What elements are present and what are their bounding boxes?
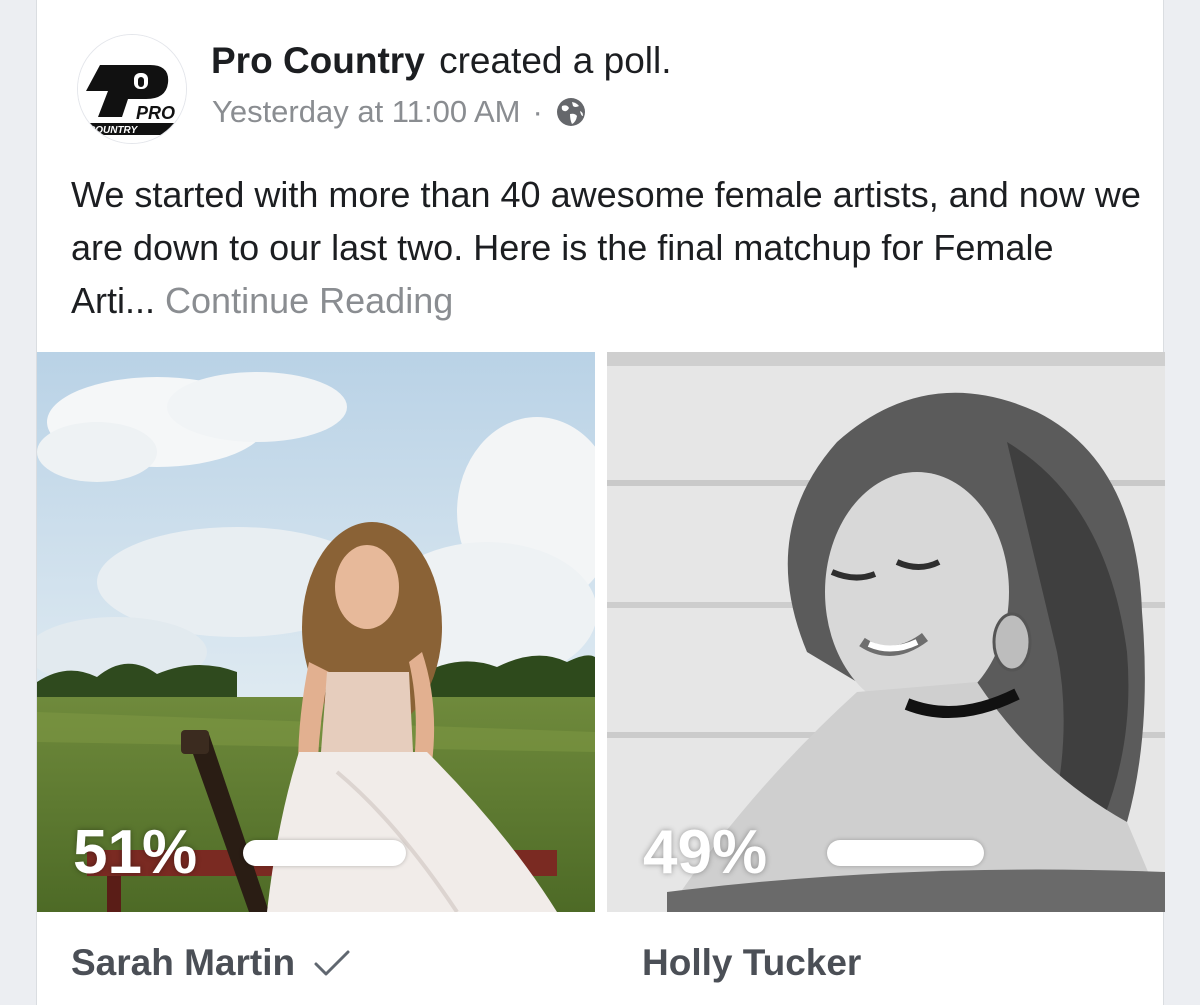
continue-reading-link[interactable]: Continue Reading: [165, 280, 453, 321]
logo-subtext: COUNTRY: [88, 125, 139, 136]
meta-separator: ·: [532, 94, 543, 129]
post-meta: Yesterday at 11:00 AM ·: [212, 94, 587, 130]
poll-option-label-sarah-martin[interactable]: Sarah Martin: [71, 942, 351, 984]
post-header-title: Pro Country created a poll.: [211, 40, 672, 82]
poll-result-bar-holly-tucker: [827, 840, 984, 866]
poll-option-holly-tucker[interactable]: 49%: [607, 352, 1165, 912]
poll-percent-holly-tucker: 49%: [643, 818, 768, 887]
poll-option-label-holly-tucker[interactable]: Holly Tucker: [642, 942, 861, 984]
checkmark-icon: [314, 950, 350, 976]
page-avatar[interactable]: PRO COUNTRY: [77, 34, 187, 144]
post-action-text: created a poll.: [439, 40, 672, 81]
post-timestamp[interactable]: Yesterday at 11:00 AM: [212, 94, 521, 130]
option-name: Holly Tucker: [642, 942, 862, 983]
poll-result-bar-sarah-martin: [243, 840, 406, 866]
poll-option-sarah-martin[interactable]: 51%: [37, 352, 595, 912]
poll-post-card: PRO COUNTRY Pro Country created a poll. …: [36, 0, 1165, 1005]
poll-percent-sarah-martin: 51%: [73, 818, 198, 887]
option-name: Sarah Martin: [71, 942, 296, 983]
pro-country-logo: PRO COUNTRY: [78, 35, 186, 143]
post-body: We started with more than 40 awesome fem…: [71, 168, 1141, 327]
logo-mark-text: PRO: [136, 103, 175, 123]
page-name-link[interactable]: Pro Country: [211, 40, 425, 81]
globe-icon[interactable]: [555, 96, 587, 128]
